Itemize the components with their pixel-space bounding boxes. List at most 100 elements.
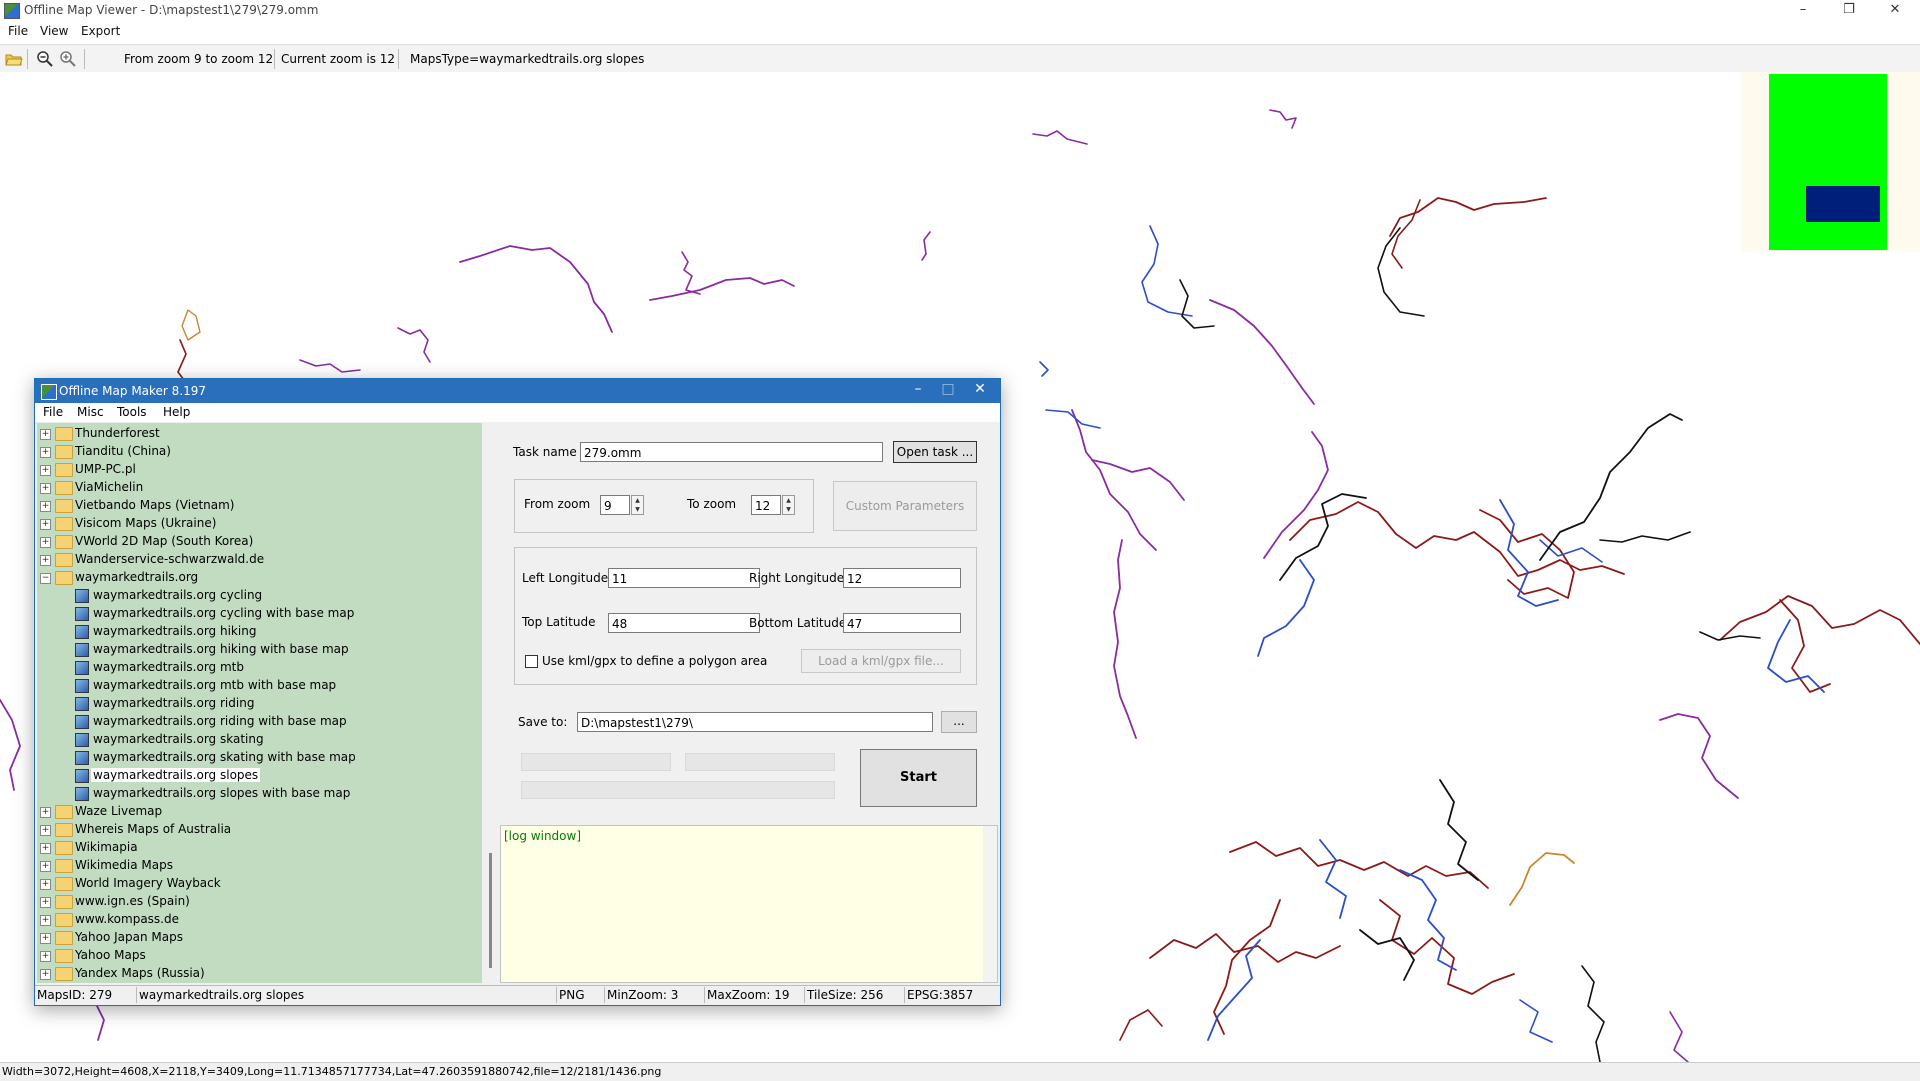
dialog-menu-tools[interactable]: Tools (117, 405, 147, 419)
dialog-title-bar[interactable]: Offline Map Maker 8.197 – □ ✕ (35, 379, 1000, 403)
tree-folder-item[interactable]: + World Imagery Wayback (37, 875, 477, 893)
bottom-latitude-input[interactable]: 47 (843, 613, 961, 633)
tree-folder-item[interactable]: + www.ign.es (Spain) (37, 893, 477, 911)
expand-icon[interactable]: + (40, 537, 51, 548)
expand-icon[interactable]: + (40, 807, 51, 818)
close-button[interactable]: ✕ (1872, 0, 1918, 22)
expand-icon[interactable]: + (40, 951, 51, 962)
trail-path (1209, 299, 1315, 405)
tree-item-label: www.ign.es (Spain) (75, 894, 190, 908)
tree-folder-item[interactable]: + ViaMichelin (37, 479, 477, 497)
tree-scrollbar-thumb[interactable] (489, 853, 492, 968)
dialog-menu-help[interactable]: Help (163, 405, 190, 419)
minimize-button[interactable]: – (1780, 0, 1826, 22)
tree-folder-item[interactable]: + Wikimapia (37, 839, 477, 857)
start-button[interactable]: Start (860, 749, 977, 807)
tree-item-label: www.kompass.de (75, 912, 179, 926)
bottom-latitude-label: Bottom Latitude (749, 616, 847, 630)
log-scrollbar[interactable] (983, 826, 997, 982)
from-zoom-spinner[interactable]: ▲ ▼ (631, 495, 644, 515)
tree-folder-item[interactable]: + Yahoo Japan Maps (37, 929, 477, 947)
expand-icon[interactable]: + (40, 429, 51, 440)
expand-icon[interactable]: + (40, 447, 51, 458)
tree-folder-item[interactable]: − waymarkedtrails.org (37, 569, 477, 587)
map-source-tree[interactable]: + Thunderforest + Tianditu (China) + UMP-PC.p… (37, 423, 482, 983)
tree-map-item[interactable]: waymarkedtrails.org slopes (37, 767, 477, 785)
expand-icon[interactable]: + (40, 915, 51, 926)
to-zoom-input[interactable]: 12 (751, 495, 781, 515)
tree-map-item[interactable]: waymarkedtrails.org cycling with base ma… (37, 605, 477, 623)
expand-icon[interactable]: + (40, 843, 51, 854)
from-zoom-input[interactable]: 9 (600, 495, 630, 515)
folder-icon (55, 535, 73, 549)
tree-folder-item[interactable]: + Whereis Maps of Australia (37, 821, 477, 839)
kml-checkbox[interactable] (525, 655, 538, 668)
tree-map-item[interactable]: waymarkedtrails.org hiking with base map (37, 641, 477, 659)
trail-path (1439, 779, 1479, 881)
tree-folder-item[interactable]: + Thunderforest (37, 425, 477, 443)
tree-folder-item[interactable]: + Wanderservice-schwarzwald.de (37, 551, 477, 569)
tree-folder-item[interactable]: + Tianditu (China) (37, 443, 477, 461)
expand-icon[interactable]: + (40, 555, 51, 566)
tree-map-item[interactable]: waymarkedtrails.org mtb with base map (37, 677, 477, 695)
tree-map-item[interactable]: waymarkedtrails.org skating (37, 731, 477, 749)
dialog-menu-file[interactable]: File (43, 405, 63, 419)
expand-icon[interactable]: + (40, 519, 51, 530)
tree-map-item[interactable]: waymarkedtrails.org cycling (37, 587, 477, 605)
log-window[interactable]: [log window] (500, 825, 998, 983)
tree-map-item[interactable]: waymarkedtrails.org skating with base ma… (37, 749, 477, 767)
open-task-button[interactable]: Open task ... (893, 441, 977, 463)
expand-icon[interactable]: + (40, 897, 51, 908)
tree-folder-item[interactable]: + Waze Livemap (37, 803, 477, 821)
current-zoom-text: Current zoom is 12 (281, 52, 396, 66)
tree-folder-item[interactable]: + www.kompass.de (37, 911, 477, 929)
tree-item-label: waymarkedtrails.org hiking with base map (93, 642, 349, 656)
zoom-out-icon[interactable] (36, 50, 54, 68)
tree-map-item[interactable]: waymarkedtrails.org hiking (37, 623, 477, 641)
left-longitude-input[interactable]: 11 (608, 568, 760, 588)
trail-path (1399, 869, 1457, 971)
tree-folder-item[interactable]: + Wikimedia Maps (37, 857, 477, 875)
expand-icon[interactable]: + (40, 933, 51, 944)
tree-folder-item[interactable]: + Yandex Maps (Russia) (37, 965, 477, 983)
overview-minimap[interactable] (1741, 72, 1920, 252)
tree-folder-item[interactable]: + Yahoo Maps (37, 947, 477, 965)
save-to-input[interactable]: D:\mapstest1\279\ (577, 712, 933, 732)
expand-icon[interactable]: + (40, 879, 51, 890)
menu-export[interactable]: Export (81, 24, 120, 38)
load-kml-button[interactable]: Load a kml/gpx file... (801, 649, 961, 673)
right-longitude-input[interactable]: 12 (843, 568, 961, 588)
expand-icon[interactable]: + (40, 969, 51, 980)
expand-icon[interactable]: + (40, 483, 51, 494)
log-text: [log window] (504, 829, 581, 843)
menu-file[interactable]: File (8, 24, 28, 38)
expand-icon[interactable]: + (40, 825, 51, 836)
expand-icon[interactable]: + (40, 861, 51, 872)
zoom-in-icon[interactable] (59, 50, 77, 68)
tree-scrollbar[interactable] (485, 423, 498, 983)
open-folder-icon[interactable] (5, 50, 23, 68)
dialog-maximize-button[interactable]: □ (933, 381, 963, 397)
dialog-menu-misc[interactable]: Misc (77, 405, 104, 419)
tree-map-item[interactable]: waymarkedtrails.org riding with base map (37, 713, 477, 731)
restore-button[interactable]: ❐ (1826, 0, 1872, 22)
dialog-close-button[interactable]: ✕ (965, 381, 995, 397)
custom-parameters-button[interactable]: Custom Parameters (833, 481, 977, 531)
task-name-input[interactable]: 279.omm (580, 442, 883, 462)
collapse-icon[interactable]: − (40, 573, 51, 584)
top-latitude-input[interactable]: 48 (608, 613, 760, 633)
expand-icon[interactable]: + (40, 465, 51, 476)
tree-folder-item[interactable]: + Vietbando Maps (Vietnam) (37, 497, 477, 515)
tree-map-item[interactable]: waymarkedtrails.org slopes with base map (37, 785, 477, 803)
expand-icon[interactable]: + (40, 501, 51, 512)
tree-map-item[interactable]: waymarkedtrails.org riding (37, 695, 477, 713)
dialog-minimize-button[interactable]: – (903, 381, 933, 397)
tree-folder-item[interactable]: + VWorld 2D Map (South Korea) (37, 533, 477, 551)
to-zoom-spinner[interactable]: ▲ ▼ (782, 495, 795, 515)
browse-button[interactable]: ... (941, 711, 977, 733)
tree-folder-item[interactable]: + UMP-PC.pl (37, 461, 477, 479)
tree-map-item[interactable]: waymarkedtrails.org mtb (37, 659, 477, 677)
minimap-viewport[interactable] (1806, 186, 1880, 222)
menu-view[interactable]: View (40, 24, 68, 38)
tree-folder-item[interactable]: + Visicom Maps (Ukraine) (37, 515, 477, 533)
